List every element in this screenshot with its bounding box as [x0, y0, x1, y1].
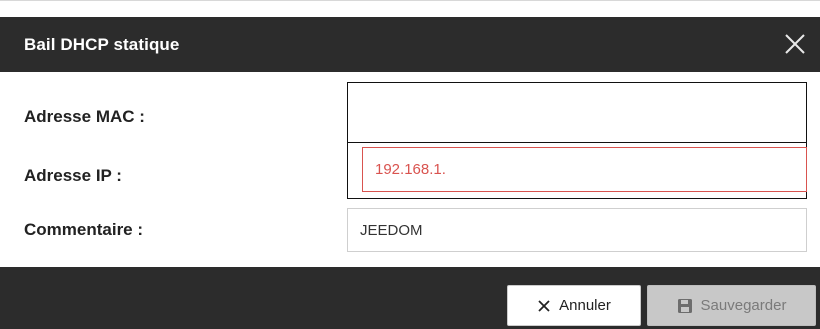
cancel-button[interactable]: Annuler [507, 285, 641, 326]
dialog-footer: Annuler Sauvegarder [0, 267, 820, 329]
cancel-label: Annuler [559, 297, 611, 314]
top-strip [0, 0, 820, 6]
dialog-header: Bail DHCP statique [0, 17, 820, 72]
dialog-page: Bail DHCP statique Adresse MAC : Adresse… [0, 0, 820, 329]
floppy-disk-icon [677, 298, 693, 314]
comment-input[interactable] [347, 208, 807, 252]
comment-label: Commentaire : [24, 220, 144, 239]
save-button[interactable]: Sauvegarder [647, 285, 816, 326]
dialog-body: Adresse MAC : Adresse IP : Commentaire : [0, 72, 820, 267]
dialog-title: Bail DHCP statique [24, 35, 180, 54]
ip-address-input[interactable] [362, 147, 807, 192]
x-icon [537, 299, 551, 313]
mac-address-input[interactable] [347, 82, 807, 143]
mac-address-label: Adresse MAC : [24, 107, 145, 126]
close-icon[interactable] [778, 27, 812, 61]
save-label: Sauvegarder [700, 297, 787, 314]
ip-address-label: Adresse IP : [24, 166, 122, 185]
